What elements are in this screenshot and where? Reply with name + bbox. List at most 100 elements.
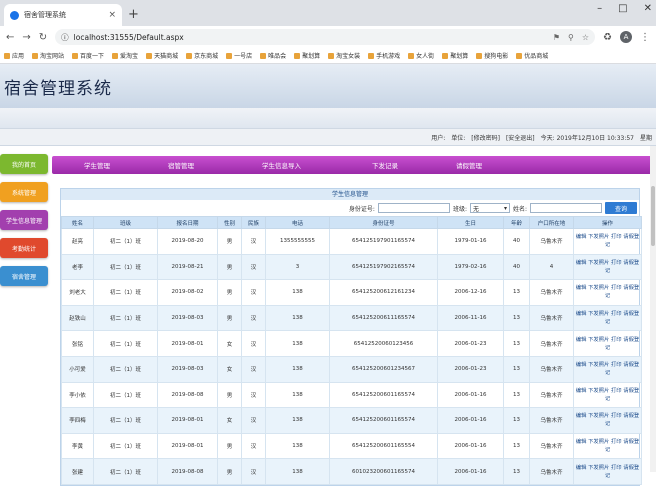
change-password-link[interactable]: [修改密码] [471,133,500,142]
close-window-icon[interactable]: ✕ [644,3,652,14]
edit-link[interactable]: 编辑 [576,362,587,368]
bookmark-item[interactable]: 爱淘宝 [112,51,138,60]
leave-link[interactable]: 请假登记 [605,413,639,427]
edit-link[interactable]: 编辑 [576,260,587,266]
page-scrollbar[interactable] [650,146,656,472]
table-cell: 乌鲁木齐 [529,279,574,306]
leave-link[interactable]: 请假登记 [605,260,639,274]
bookmark-label: 天猫商城 [154,53,179,60]
sidebar-item[interactable]: 系统管理 [0,182,48,202]
reload-icon[interactable]: ↻ [39,32,47,43]
star-icon[interactable]: ☆ [582,33,589,42]
table-cell: 乌鲁木齐 [529,458,574,485]
leave-link[interactable]: 请假登记 [605,465,639,479]
url-input[interactable]: ⓘ localhost:31555/Default.aspx ⚑ ⚲ ☆ [55,29,596,45]
edit-link[interactable]: 编辑 [576,413,587,419]
print-link[interactable]: 打印 [611,234,622,240]
bookmark-item[interactable]: 优品商城 [516,51,548,60]
bookmark-item[interactable]: 淘宝女装 [328,51,360,60]
bookmark-item[interactable]: 唯品会 [260,51,286,60]
bookmark-item[interactable]: 百度一下 [72,51,104,60]
photo-link[interactable]: 下发照片 [588,362,609,368]
sidebar-item[interactable]: 学生信息管理 [0,210,48,230]
sidebar-item[interactable]: 我的首页 [0,154,48,174]
leave-link[interactable]: 请假登记 [605,337,639,351]
minimize-icon[interactable]: – [597,3,602,14]
print-link[interactable]: 打印 [611,260,622,266]
edit-link[interactable]: 编辑 [576,285,587,291]
leave-link[interactable]: 请假登记 [605,311,639,325]
nav-item[interactable]: 学生信息导入 [262,160,301,170]
sidebar-item[interactable]: 考勤统计 [0,238,48,258]
table-cell: 2019-08-03 [157,304,218,332]
close-tab-icon[interactable]: × [108,10,116,20]
bookmark-item[interactable]: 一号店 [226,51,252,60]
leave-link[interactable]: 请假登记 [605,285,639,299]
leave-link[interactable]: 请假登记 [605,439,639,453]
column-header: 生日 [437,216,504,229]
logout-link[interactable]: [安全退出] [506,133,535,142]
photo-link[interactable]: 下发照片 [588,413,609,419]
translate-icon[interactable]: ⚑ [553,33,560,42]
menu-icon[interactable]: ⋮ [640,32,650,43]
photo-link[interactable]: 下发照片 [588,337,609,343]
new-tab-button[interactable]: + [128,7,139,22]
edit-link[interactable]: 编辑 [576,337,587,343]
photo-link[interactable]: 下发照片 [588,311,609,317]
scrollbar-thumb[interactable] [651,186,655,246]
print-link[interactable]: 打印 [611,388,622,394]
print-link[interactable]: 打印 [611,337,622,343]
extensions-icon[interactable]: ♻ [603,32,612,43]
bookmark-item[interactable]: 女人街 [408,51,434,60]
leave-link[interactable]: 请假登记 [605,362,639,376]
edit-link[interactable]: 编辑 [576,234,587,240]
page-title: 宿舍管理系统 [4,78,112,99]
forward-icon[interactable]: → [22,32,30,43]
photo-link[interactable]: 下发照片 [588,285,609,291]
leave-link[interactable]: 请假登记 [605,388,639,402]
bookmark-label: 聚划算 [302,53,321,60]
bookmark-item[interactable]: 搜狗电影 [476,51,508,60]
name-input[interactable] [530,203,602,213]
search-icon[interactable]: ⚲ [568,33,574,42]
avatar[interactable]: A [620,31,632,43]
bookmark-item[interactable]: 淘宝网站 [32,51,64,60]
bookmark-item[interactable]: 聚划算 [442,51,468,60]
edit-link[interactable]: 编辑 [576,388,587,394]
edit-link[interactable]: 编辑 [576,311,587,317]
edit-link[interactable]: 编辑 [576,439,587,445]
bookmark-item[interactable]: 应用 [4,51,24,60]
print-link[interactable]: 打印 [611,465,622,471]
row-actions: 编辑 下发照片 打印 请假登记 [573,381,642,409]
photo-link[interactable]: 下发照片 [588,260,609,266]
table-cell: 2019-08-01 [157,407,218,434]
back-icon[interactable]: ← [6,32,14,43]
bookmark-item[interactable]: 天猫商城 [146,51,178,60]
column-header: 班级 [93,216,158,229]
leave-link[interactable]: 请假登记 [605,234,639,248]
sidebar-item[interactable]: 宿舍管理 [0,266,48,286]
nav-item[interactable]: 下发记录 [372,160,398,170]
print-link[interactable]: 打印 [611,362,622,368]
print-link[interactable]: 打印 [611,311,622,317]
id-number-input[interactable] [377,203,450,213]
print-link[interactable]: 打印 [611,413,622,419]
photo-link[interactable]: 下发照片 [588,465,609,471]
photo-link[interactable]: 下发照片 [588,439,609,445]
search-button[interactable]: 查询 [605,202,637,214]
edit-link[interactable]: 编辑 [576,465,587,471]
browser-tab[interactable]: 宿舍管理系统 × [4,4,122,26]
photo-link[interactable]: 下发照片 [588,388,609,394]
nav-item[interactable]: 宿管管理 [168,160,194,170]
nav-item[interactable]: 学生管理 [84,160,110,170]
photo-link[interactable]: 下发照片 [588,234,609,240]
class-select[interactable]: 无 ▾ [469,203,510,213]
maximize-icon[interactable]: □ [618,3,627,14]
table-cell: 1979-01-16 [437,228,504,255]
bookmark-item[interactable]: 手机游戏 [368,51,400,60]
bookmark-item[interactable]: 聚划算 [294,51,320,60]
print-link[interactable]: 打印 [611,439,622,445]
nav-item[interactable]: 请假管理 [456,160,482,170]
print-link[interactable]: 打印 [611,285,622,291]
bookmark-item[interactable]: 京东商城 [186,51,218,60]
